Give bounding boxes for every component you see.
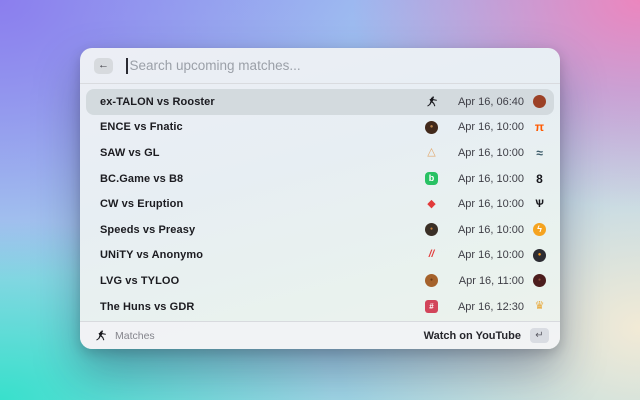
match-datetime: Apr 16, 10:00 [448,121,524,133]
extension-info: Matches [94,329,155,342]
search-input[interactable] [128,48,547,83]
arrow-left-icon: ← [98,58,109,73]
match-title: Speeds vs Preasy [100,224,195,236]
cw-logo-icon: ◆ [425,198,438,211]
match-title: CW vs Eruption [100,198,183,210]
match-title: The Huns vs GDR [100,301,194,313]
anonymo-logo-icon: ● [533,249,546,262]
extension-label: Matches [115,330,155,342]
back-button[interactable]: ← [94,58,113,74]
match-title: LVG vs TYLOO [100,275,179,287]
match-meta: // Apr 16, 10:00 ● [425,249,546,262]
match-row-saw-vs-gl[interactable]: SAW vs GL △ Apr 16, 10:00 ≈ [86,140,554,166]
search-panel: ← ex-TALON vs Rooster Apr 16, 06:40 ENCE… [80,48,560,349]
match-title: UNiTY vs Anonymo [100,249,203,261]
match-meta: ● Apr 16, 10:00 π [425,121,546,134]
unity-logo-icon: // [425,249,438,262]
match-row-bcgame-vs-b8[interactable]: BC.Game vs B8 b Apr 16, 10:00 8 [86,166,554,192]
match-datetime: Apr 16, 12:30 [448,301,524,313]
match-datetime: Apr 16, 10:00 [448,249,524,261]
match-datetime: Apr 16, 11:00 [448,275,524,287]
match-meta: △ Apr 16, 10:00 ≈ [425,146,546,159]
match-meta: Apr 16, 06:40 [425,95,546,108]
match-title: ex-TALON vs Rooster [100,96,215,108]
match-meta: ● Apr 16, 10:00 ϟ [425,223,546,236]
cs-player-icon [425,95,438,108]
huns-logo-icon: # [425,300,438,313]
match-row-cw-vs-eruption[interactable]: CW vs Eruption ◆ Apr 16, 10:00 Ѱ [86,191,554,217]
enter-key-icon[interactable]: ↵ [530,328,549,343]
bcgame-logo-icon: b [425,172,438,185]
match-row-unity-vs-anonymo[interactable]: UNiTY vs Anonymo // Apr 16, 10:00 ● [86,243,554,269]
match-datetime: Apr 16, 10:00 [448,147,524,159]
desktop-background: { "search": { "back_glyph": "←", "placeh… [0,0,640,400]
match-row-lvg-vs-tyloo[interactable]: LVG vs TYLOO ● Apr 16, 11:00 ● [86,268,554,294]
match-meta: ◆ Apr 16, 10:00 Ѱ [425,198,546,211]
match-datetime: Apr 16, 10:00 [448,198,524,210]
primary-action[interactable]: Watch on YouTube ↵ [424,328,549,343]
cs-player-icon [94,329,107,342]
match-row-speeds-vs-preasy[interactable]: Speeds vs Preasy ● Apr 16, 10:00 ϟ [86,217,554,243]
match-datetime: Apr 16, 10:00 [448,173,524,185]
match-meta: # Apr 16, 12:30 ♛ [425,300,546,313]
primary-action-label: Watch on YouTube [424,330,521,342]
match-row-huns-vs-gdr[interactable]: The Huns vs GDR # Apr 16, 12:30 ♛ [86,294,554,320]
eruption-logo-icon: Ѱ [533,198,546,211]
match-datetime: Apr 16, 06:40 [448,96,524,108]
ence-logo-icon: ● [425,121,438,134]
preasy-logo-icon: ϟ [533,223,546,236]
gdr-logo-icon: ♛ [533,300,546,313]
tyloo-logo-icon: ● [533,274,546,287]
match-title: SAW vs GL [100,147,160,159]
match-row-ence-vs-fnatic[interactable]: ENCE vs Fnatic ● Apr 16, 10:00 π [86,115,554,141]
rooster-logo-icon [533,95,546,108]
search-bar: ← [80,48,560,84]
b8-logo-icon: 8 [533,172,546,185]
saw-logo-icon: △ [425,146,438,159]
match-datetime: Apr 16, 10:00 [448,224,524,236]
lvg-logo-icon: ● [425,274,438,287]
match-list: ex-TALON vs Rooster Apr 16, 06:40 ENCE v… [80,84,560,321]
action-bar: Matches Watch on YouTube ↵ [80,321,560,349]
fnatic-logo-icon: π [533,121,546,134]
match-meta: ● Apr 16, 11:00 ● [425,274,546,287]
speeds-logo-icon: ● [425,223,438,236]
match-title: ENCE vs Fnatic [100,121,183,133]
match-meta: b Apr 16, 10:00 8 [425,172,546,185]
match-title: BC.Game vs B8 [100,173,183,185]
gl-logo-icon: ≈ [533,146,546,159]
match-row-ex-talon-vs-rooster[interactable]: ex-TALON vs Rooster Apr 16, 06:40 [86,89,554,115]
